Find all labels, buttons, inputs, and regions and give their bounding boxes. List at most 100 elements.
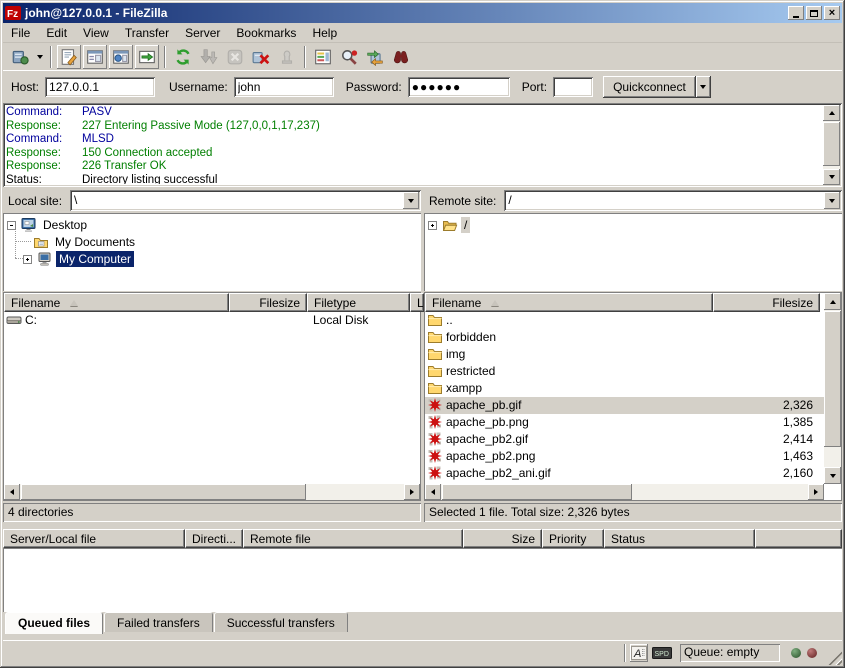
collapse-icon[interactable] xyxy=(7,221,16,230)
column-header-filename[interactable]: Filename xyxy=(4,293,229,312)
column-header-filesize[interactable]: Filesize xyxy=(229,293,307,312)
scroll-left-button[interactable] xyxy=(425,484,441,500)
tab-failed-transfers[interactable]: Failed transfers xyxy=(104,612,213,632)
scrollbar-thumb[interactable] xyxy=(823,122,840,166)
toggle-local-tree-button[interactable] xyxy=(83,45,107,69)
queue-tabs: Queued filesFailed transfersSuccessful t… xyxy=(3,612,349,634)
file-row-apache-pb2-gif[interactable]: apache_pb2.gif2,414 xyxy=(425,431,824,448)
menu-item-file[interactable]: File xyxy=(3,24,38,42)
tree-item-my-documents[interactable]: My Documents xyxy=(33,234,138,250)
remote-horizontal-scrollbar[interactable] xyxy=(425,484,824,500)
tree-item-my-computer[interactable]: My Computer xyxy=(23,251,134,267)
data-type-icon[interactable]: A xyxy=(630,644,648,662)
disconnect-button[interactable] xyxy=(249,45,273,69)
file-row-c[interactable]: C:Local Disk xyxy=(4,312,420,329)
scroll-down-button[interactable] xyxy=(823,169,840,185)
site-manager-button[interactable] xyxy=(8,45,32,69)
queue-column-header-remote-file[interactable]: Remote file xyxy=(243,529,463,548)
queue-column-header-status[interactable]: Status xyxy=(604,529,755,548)
file-row-apache-pb2-ani-gif[interactable]: apache_pb2_ani.gif2,160 xyxy=(425,465,824,482)
remote-site-label: Remote site: xyxy=(429,194,496,208)
quickconnect-button[interactable]: Quickconnect xyxy=(603,76,696,98)
transfer-queue-body[interactable] xyxy=(3,548,842,612)
queue-column-header-size[interactable]: Size xyxy=(463,529,542,548)
port-label: Port: xyxy=(522,80,547,94)
process-queue-button[interactable] xyxy=(197,45,221,69)
menu-item-bookmarks[interactable]: Bookmarks xyxy=(228,24,304,42)
file-row-img[interactable]: img xyxy=(425,346,824,363)
directory-comparison-icon xyxy=(314,48,332,66)
cancel-button[interactable] xyxy=(223,45,247,69)
tree-item-desktop[interactable]: Desktop xyxy=(7,217,90,233)
scroll-down-button[interactable] xyxy=(824,467,841,484)
titlebar[interactable]: Fz john@127.0.0.1 - FileZilla × xyxy=(3,3,842,23)
toggle-message-log-button[interactable] xyxy=(57,45,81,69)
remote-site-value: / xyxy=(508,193,511,207)
toggle-remote-tree-button[interactable] xyxy=(109,45,133,69)
synchronized-browsing-button[interactable] xyxy=(363,45,387,69)
host-input[interactable] xyxy=(45,77,155,97)
local-site-combobox[interactable]: \ xyxy=(70,190,421,211)
directory-comparison-button[interactable] xyxy=(311,45,335,69)
filename-filters-button[interactable] xyxy=(337,45,361,69)
file-row-apache-pb-gif[interactable]: apache_pb.gif2,326 xyxy=(425,397,824,414)
tree-item-root[interactable]: / xyxy=(428,217,470,233)
scrollbar-thumb[interactable] xyxy=(442,484,632,500)
scroll-up-button[interactable] xyxy=(824,293,841,310)
toggle-transfer-queue-button[interactable] xyxy=(135,45,159,69)
scroll-left-button[interactable] xyxy=(4,484,20,500)
expand-icon[interactable] xyxy=(23,255,32,264)
toolbar-separator xyxy=(304,46,306,68)
file-row-restricted[interactable]: restricted xyxy=(425,363,824,380)
find-files-button[interactable] xyxy=(389,45,413,69)
column-header-l[interactable]: L xyxy=(410,293,424,312)
scroll-right-button[interactable] xyxy=(404,484,420,500)
scrollbar-thumb[interactable] xyxy=(824,311,841,447)
log-line-text: 227 Entering Passive Mode (127,0,0,1,17,… xyxy=(82,120,320,132)
remote-site-dropdown[interactable] xyxy=(824,192,840,209)
refresh-button[interactable] xyxy=(171,45,195,69)
close-button[interactable]: × xyxy=(824,6,840,20)
speed-limits-icon[interactable]: SPD xyxy=(652,647,672,659)
quickconnect-dropdown[interactable] xyxy=(696,76,711,98)
image-file-icon xyxy=(427,414,443,430)
file-row-xampp[interactable]: xampp xyxy=(425,380,824,397)
queue-column-header-directi[interactable]: Directi... xyxy=(185,529,243,548)
password-input[interactable] xyxy=(408,77,510,97)
file-row-apache-pb2-png[interactable]: apache_pb2.png1,463 xyxy=(425,448,824,465)
column-header-filename[interactable]: Filename xyxy=(425,293,713,312)
tab-queued-files[interactable]: Queued files xyxy=(5,612,103,634)
column-header-filesize[interactable]: Filesize xyxy=(713,293,820,312)
queue-column-header-priority[interactable]: Priority xyxy=(542,529,604,548)
maximize-button[interactable] xyxy=(806,6,822,20)
username-input[interactable] xyxy=(234,77,334,97)
scroll-up-button[interactable] xyxy=(823,105,840,121)
remote-vertical-scrollbar[interactable] xyxy=(824,293,841,484)
menu-item-server[interactable]: Server xyxy=(177,24,228,42)
local-site-dropdown[interactable] xyxy=(403,192,419,209)
expand-icon[interactable] xyxy=(428,221,437,230)
column-header-filetype[interactable]: Filetype xyxy=(307,293,410,312)
file-row-forbidden[interactable]: forbidden xyxy=(425,329,824,346)
menu-item-help[interactable]: Help xyxy=(304,24,345,42)
log-line: Response:150 Connection accepted xyxy=(6,147,822,161)
menu-item-view[interactable]: View xyxy=(75,24,117,42)
file-name: forbidden xyxy=(446,330,496,344)
minimize-button[interactable] xyxy=(788,6,804,20)
log-scrollbar[interactable] xyxy=(823,105,840,185)
column-header-label: Server/Local file xyxy=(10,532,96,546)
reconnect-button[interactable] xyxy=(275,45,299,69)
remote-site-combobox[interactable]: / xyxy=(504,190,842,211)
site-manager-dropdown-button[interactable] xyxy=(33,45,46,69)
file-row-apache-pb-png[interactable]: apache_pb.png1,385 xyxy=(425,414,824,431)
scroll-right-button[interactable] xyxy=(808,484,824,500)
file-row-blank[interactable]: .. xyxy=(425,312,824,329)
port-input[interactable] xyxy=(553,77,593,97)
queue-column-header-blank[interactable] xyxy=(755,529,842,548)
scrollbar-thumb[interactable] xyxy=(21,484,306,500)
menu-item-edit[interactable]: Edit xyxy=(38,24,75,42)
tab-successful-transfers[interactable]: Successful transfers xyxy=(214,612,348,632)
menu-item-transfer[interactable]: Transfer xyxy=(117,24,177,42)
local-horizontal-scrollbar[interactable] xyxy=(4,484,420,500)
queue-column-header-server-local-file[interactable]: Server/Local file xyxy=(3,529,185,548)
